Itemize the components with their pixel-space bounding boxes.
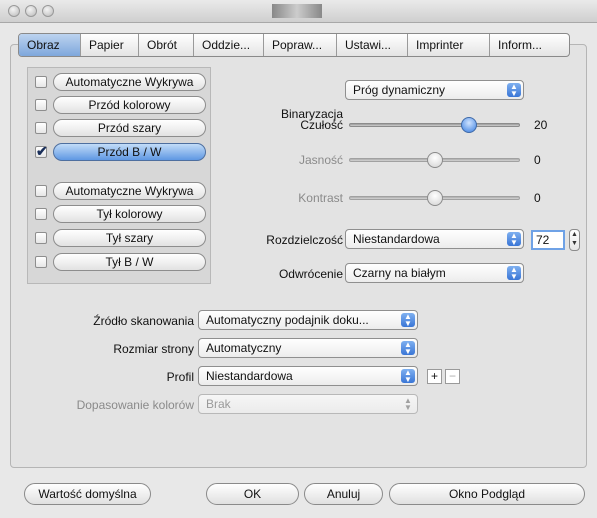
scanner-settings-window: Obraz Papier Obrót Oddzie... Popraw... U… (0, 0, 597, 518)
sensitivity-label-text: Czułość (300, 118, 343, 132)
page-size-select[interactable]: Automatyczny ▲ ▼ (198, 338, 418, 358)
source-option-button[interactable]: Tył kolorowy (53, 205, 206, 223)
checkmark-icon: ✔ (36, 143, 48, 159)
binarization-value: Próg dynamiczny (353, 83, 446, 97)
close-window-icon[interactable] (8, 5, 20, 17)
source-checkbox[interactable] (35, 122, 47, 134)
sensitivity-slider-knob[interactable] (460, 117, 477, 133)
profile-value: Niestandardowa (206, 369, 293, 383)
tab-informacje[interactable]: Inform... (489, 34, 569, 56)
source-checkbox[interactable] (35, 99, 47, 111)
resolution-value: Niestandardowa (353, 232, 440, 246)
source-option-button[interactable]: Przód kolorowy (53, 96, 206, 114)
scan-source-label: Źródło skanowania (93, 314, 194, 328)
resolution-label: Rozdzielczość (266, 233, 343, 247)
resolution-select[interactable]: Niestandardowa ▲ ▼ (345, 229, 524, 249)
cancel-button[interactable]: Anuluj (304, 483, 383, 505)
ok-button[interactable]: OK (206, 483, 299, 505)
source-option-button[interactable]: Automatyczne Wykrywa (53, 182, 206, 200)
stepper-up-icon[interactable]: ▲ (571, 231, 578, 238)
popup-arrows-icon: ▲ ▼ (507, 232, 521, 247)
tab-papier[interactable]: Papier (80, 34, 138, 56)
popup-arrows-icon: ▲ ▼ (401, 313, 415, 328)
minimize-window-icon[interactable] (25, 5, 37, 17)
source-checkbox[interactable] (35, 185, 47, 197)
profile-label: Profil (166, 370, 194, 384)
remove-profile-button[interactable]: − (445, 369, 460, 384)
color-matching-select[interactable]: Brak ▲ ▼ (198, 394, 418, 414)
source-option-button[interactable]: Tył B / W (53, 253, 206, 271)
source-option-button[interactable]: Przód B / W (53, 143, 206, 161)
contrast-slider-knob[interactable] (426, 190, 443, 206)
add-profile-button[interactable]: + (427, 369, 442, 384)
resolution-stepper[interactable]: ▲ ▼ (569, 229, 580, 251)
sensitivity-value: 20 (534, 118, 548, 132)
default-values-button[interactable]: Wartość domyślna (24, 483, 151, 505)
popup-arrows-icon: ▲ ▼ (401, 341, 415, 356)
sensitivity-slider-track[interactable] (349, 123, 520, 127)
contrast-label: Kontrast (298, 191, 343, 205)
brightness-slider-knob[interactable] (426, 152, 443, 168)
contrast-value: 0 (534, 191, 541, 205)
popup-arrows-icon: ▲ ▼ (401, 369, 415, 384)
title-bar-graphic (272, 4, 322, 18)
source-checkbox[interactable] (35, 232, 47, 244)
scan-source-select[interactable]: Automatyczny podajnik doku... ▲ ▼ (198, 310, 418, 330)
resolution-number-field[interactable]: 72 (531, 230, 565, 250)
popup-arrows-icon: ▲ ▼ (507, 83, 521, 98)
popup-arrows-icon: ▲ ▼ (404, 396, 412, 412)
page-size-label: Rozmiar strony (113, 342, 194, 356)
brightness-label: Jasność (298, 153, 343, 167)
source-checkbox[interactable] (35, 76, 47, 88)
profile-select[interactable]: Niestandardowa ▲ ▼ (198, 366, 418, 386)
inversion-value: Czarny na białym (353, 266, 446, 280)
source-option-button[interactable]: Tył szary (53, 229, 206, 247)
tab-obraz[interactable]: Obraz (19, 34, 80, 56)
color-matching-label: Dopasowanie kolorów (76, 398, 194, 412)
tab-bar: Obraz Papier Obrót Oddzie... Popraw... U… (18, 33, 570, 57)
scan-source-value: Automatyczny podajnik doku... (206, 313, 369, 327)
source-checkbox[interactable] (35, 256, 47, 268)
tab-imprinter[interactable]: Imprinter (407, 34, 489, 56)
source-checkbox[interactable]: ✔ (35, 143, 48, 159)
binarization-select[interactable]: Próg dynamiczny ▲ ▼ (345, 80, 524, 100)
source-option-button[interactable]: Przód szary (53, 119, 206, 137)
preview-window-button[interactable]: Okno Podgląd (389, 483, 585, 505)
page-size-value: Automatyczny (206, 341, 282, 355)
tab-oddzielanie[interactable]: Oddzie... (193, 34, 263, 56)
brightness-value: 0 (534, 153, 541, 167)
stepper-down-icon[interactable]: ▼ (571, 240, 578, 247)
source-checkbox[interactable] (35, 208, 47, 220)
zoom-window-icon[interactable] (42, 5, 54, 17)
color-matching-value: Brak (206, 397, 231, 411)
popup-arrows-icon: ▲ ▼ (507, 266, 521, 281)
inversion-select[interactable]: Czarny na białym ▲ ▼ (345, 263, 524, 283)
inversion-label: Odwrócenie (278, 267, 343, 281)
source-option-button[interactable]: Automatyczne Wykrywa (53, 73, 206, 91)
tab-obrot[interactable]: Obrót (138, 34, 193, 56)
title-bar (0, 0, 597, 23)
tab-poprawki[interactable]: Popraw... (263, 34, 336, 56)
tab-ustawienia[interactable]: Ustawi... (336, 34, 407, 56)
